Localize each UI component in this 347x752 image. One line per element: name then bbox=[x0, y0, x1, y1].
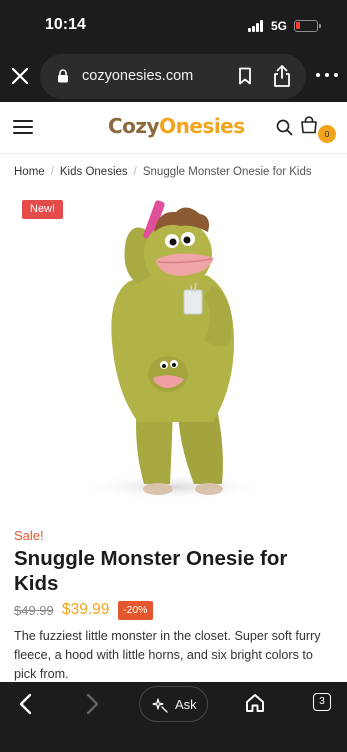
url-text: cozyonesies.com bbox=[82, 68, 194, 84]
address-bar[interactable]: cozyonesies.com bbox=[40, 54, 306, 99]
share-icon[interactable] bbox=[272, 64, 292, 88]
ask-button[interactable]: Ask bbox=[139, 686, 208, 722]
close-icon[interactable] bbox=[8, 64, 32, 88]
bookmark-icon[interactable] bbox=[238, 67, 252, 85]
product-title: Snuggle Monster Onesie for Kids bbox=[14, 547, 288, 595]
breadcrumb-separator: / bbox=[133, 166, 137, 178]
site-logo[interactable]: CozyOnesies bbox=[108, 114, 245, 140]
discount-badge: -20% bbox=[118, 601, 153, 620]
network-label: 5G bbox=[271, 19, 288, 33]
old-price: $49.99 bbox=[14, 603, 54, 618]
sale-label: Sale! bbox=[14, 528, 44, 543]
forward-icon[interactable] bbox=[82, 692, 102, 716]
tabs-icon[interactable]: 3 bbox=[313, 693, 331, 711]
ask-label: Ask bbox=[175, 697, 197, 712]
product-image[interactable] bbox=[8, 192, 339, 510]
current-price: $39.99 bbox=[62, 601, 110, 618]
logo-part-cozy: Cozy bbox=[108, 114, 160, 138]
signal-icon bbox=[248, 20, 266, 32]
breadcrumb-home[interactable]: Home bbox=[14, 166, 45, 178]
cart-count-badge[interactable]: 0 bbox=[318, 125, 336, 143]
home-icon[interactable] bbox=[245, 692, 265, 714]
lock-icon bbox=[57, 69, 69, 83]
breadcrumb: Home / Kids Onesies / Snuggle Monster Onesie… bbox=[14, 166, 312, 178]
status-time: 10:14 bbox=[45, 16, 86, 33]
bottom-toolbar: Ask 3 bbox=[0, 682, 347, 752]
breadcrumb-separator: / bbox=[50, 166, 54, 178]
hamburger-icon[interactable] bbox=[13, 120, 33, 134]
browser-bar: cozyonesies.com bbox=[0, 50, 347, 102]
search-icon[interactable] bbox=[276, 119, 293, 136]
site-header: CozyOnesies bbox=[0, 102, 347, 154]
status-bar: 10:14 5G bbox=[0, 0, 347, 50]
breadcrumb-category[interactable]: Kids Onesies bbox=[60, 166, 128, 178]
logo-part-onesies: Onesies bbox=[159, 114, 245, 138]
more-icon[interactable] bbox=[316, 72, 338, 80]
sparkle-icon bbox=[152, 697, 168, 713]
breadcrumb-current: Snuggle Monster Onesie for Kids bbox=[142, 166, 312, 178]
battery-icon bbox=[294, 20, 321, 32]
new-badge: New! bbox=[22, 200, 64, 219]
back-icon[interactable] bbox=[16, 692, 36, 716]
product-description: The fuzziest little monster in the close… bbox=[14, 629, 321, 681]
